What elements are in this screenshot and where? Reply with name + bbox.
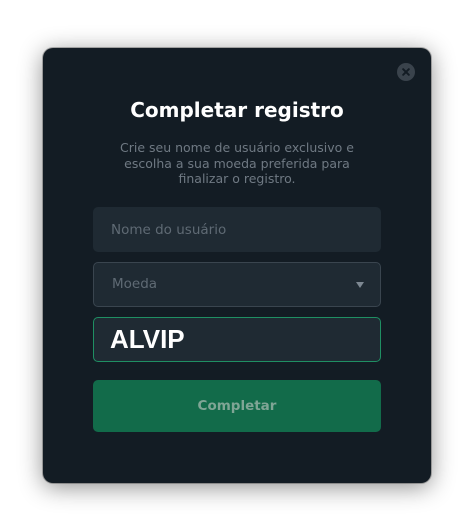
chevron-down-icon	[356, 282, 364, 288]
modal-title: Completar registro	[130, 98, 344, 122]
registration-modal: Completar registro Crie seu nome de usuá…	[43, 48, 431, 483]
currency-select[interactable]: Moeda	[93, 262, 381, 307]
close-icon[interactable]	[397, 63, 415, 81]
modal-description: Crie seu nome de usuário exclusivo e esc…	[120, 140, 354, 186]
username-input[interactable]	[93, 207, 381, 252]
currency-select-placeholder: Moeda	[112, 276, 158, 292]
promo-code-input[interactable]	[93, 317, 381, 362]
complete-button[interactable]: Completar	[93, 380, 381, 432]
